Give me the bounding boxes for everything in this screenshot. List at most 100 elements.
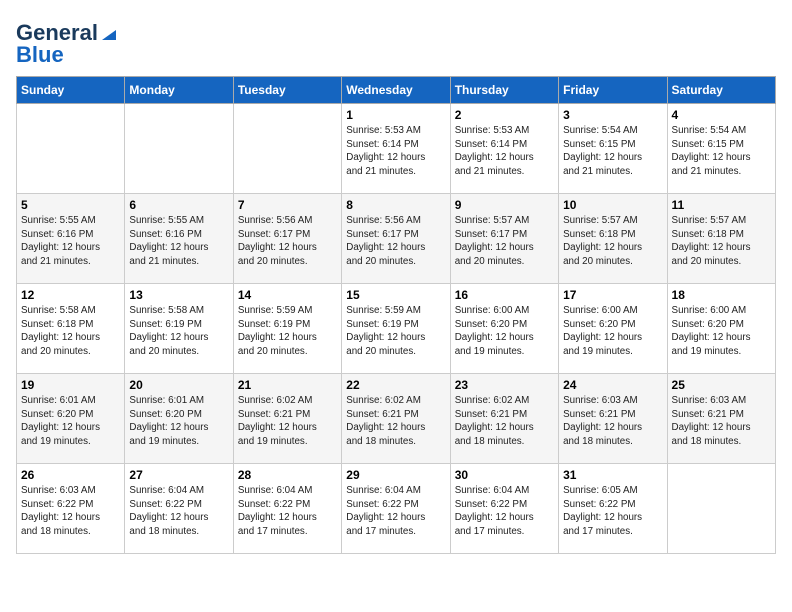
day-number: 5 bbox=[21, 198, 120, 212]
day-info: Sunrise: 6:02 AM Sunset: 6:21 PM Dayligh… bbox=[238, 394, 337, 449]
day-number: 17 bbox=[563, 288, 662, 302]
day-info: Sunrise: 5:53 AM Sunset: 6:14 PM Dayligh… bbox=[346, 124, 445, 179]
calendar-cell: 27 Sunrise: 6:04 AM Sunset: 6:22 PM Dayli… bbox=[125, 464, 233, 554]
day-info: Sunrise: 5:57 AM Sunset: 6:18 PM Dayligh… bbox=[563, 214, 662, 269]
header-monday: Monday bbox=[125, 77, 233, 104]
calendar-cell: 11 Sunrise: 5:57 AM Sunset: 6:18 PM Dayli… bbox=[667, 194, 775, 284]
day-info: Sunrise: 5:55 AM Sunset: 6:16 PM Dayligh… bbox=[129, 214, 228, 269]
day-number: 2 bbox=[455, 108, 554, 122]
calendar-cell: 20 Sunrise: 6:01 AM Sunset: 6:20 PM Dayli… bbox=[125, 374, 233, 464]
day-number: 13 bbox=[129, 288, 228, 302]
day-number: 18 bbox=[672, 288, 771, 302]
day-number: 1 bbox=[346, 108, 445, 122]
day-number: 19 bbox=[21, 378, 120, 392]
calendar-cell: 12 Sunrise: 5:58 AM Sunset: 6:18 PM Dayli… bbox=[17, 284, 125, 374]
day-number: 27 bbox=[129, 468, 228, 482]
day-info: Sunrise: 5:56 AM Sunset: 6:17 PM Dayligh… bbox=[346, 214, 445, 269]
day-number: 26 bbox=[21, 468, 120, 482]
day-info: Sunrise: 5:54 AM Sunset: 6:15 PM Dayligh… bbox=[672, 124, 771, 179]
day-number: 11 bbox=[672, 198, 771, 212]
calendar-cell bbox=[233, 104, 341, 194]
day-info: Sunrise: 6:03 AM Sunset: 6:21 PM Dayligh… bbox=[563, 394, 662, 449]
calendar-week-row: 1 Sunrise: 5:53 AM Sunset: 6:14 PM Daylig… bbox=[17, 104, 776, 194]
day-number: 31 bbox=[563, 468, 662, 482]
day-number: 28 bbox=[238, 468, 337, 482]
day-info: Sunrise: 5:57 AM Sunset: 6:17 PM Dayligh… bbox=[455, 214, 554, 269]
day-info: Sunrise: 6:01 AM Sunset: 6:20 PM Dayligh… bbox=[129, 394, 228, 449]
calendar-cell: 25Sunrise: 6:03 AM Sunset: 6:21 PM Dayli… bbox=[667, 374, 775, 464]
day-info: Sunrise: 6:00 AM Sunset: 6:20 PM Dayligh… bbox=[455, 304, 554, 359]
calendar-cell: 13 Sunrise: 5:58 AM Sunset: 6:19 PM Dayli… bbox=[125, 284, 233, 374]
day-info: Sunrise: 5:54 AM Sunset: 6:15 PM Dayligh… bbox=[563, 124, 662, 179]
calendar-cell: 30 Sunrise: 6:04 AM Sunset: 6:22 PM Dayli… bbox=[450, 464, 558, 554]
day-number: 14 bbox=[238, 288, 337, 302]
day-info: Sunrise: 6:01 AM Sunset: 6:20 PM Dayligh… bbox=[21, 394, 120, 449]
day-number: 20 bbox=[129, 378, 228, 392]
day-info: Sunrise: 6:04 AM Sunset: 6:22 PM Dayligh… bbox=[238, 484, 337, 539]
day-info: Sunrise: 6:05 AM Sunset: 6:22 PM Dayligh… bbox=[563, 484, 662, 539]
calendar-cell: 21Sunrise: 6:02 AM Sunset: 6:21 PM Dayli… bbox=[233, 374, 341, 464]
calendar-cell: 5 Sunrise: 5:55 AM Sunset: 6:16 PM Daylig… bbox=[17, 194, 125, 284]
day-info: Sunrise: 6:04 AM Sunset: 6:22 PM Dayligh… bbox=[346, 484, 445, 539]
calendar-cell: 19 Sunrise: 6:01 AM Sunset: 6:20 PM Dayli… bbox=[17, 374, 125, 464]
day-info: Sunrise: 5:58 AM Sunset: 6:19 PM Dayligh… bbox=[129, 304, 228, 359]
day-number: 6 bbox=[129, 198, 228, 212]
day-info: Sunrise: 5:53 AM Sunset: 6:14 PM Dayligh… bbox=[455, 124, 554, 179]
day-info: Sunrise: 5:56 AM Sunset: 6:17 PM Dayligh… bbox=[238, 214, 337, 269]
header-thursday: Thursday bbox=[450, 77, 558, 104]
calendar-cell: 9Sunrise: 5:57 AM Sunset: 6:17 PM Daylig… bbox=[450, 194, 558, 284]
calendar-cell: 15 Sunrise: 5:59 AM Sunset: 6:19 PM Dayli… bbox=[342, 284, 450, 374]
calendar-cell: 1 Sunrise: 5:53 AM Sunset: 6:14 PM Daylig… bbox=[342, 104, 450, 194]
calendar-cell: 4 Sunrise: 5:54 AM Sunset: 6:15 PM Daylig… bbox=[667, 104, 775, 194]
day-info: Sunrise: 6:02 AM Sunset: 6:21 PM Dayligh… bbox=[455, 394, 554, 449]
logo: General Blue bbox=[16, 20, 120, 68]
day-info: Sunrise: 6:04 AM Sunset: 6:22 PM Dayligh… bbox=[455, 484, 554, 539]
logo-arrow-icon bbox=[98, 22, 120, 44]
calendar-week-row: 26 Sunrise: 6:03 AM Sunset: 6:22 PM Dayli… bbox=[17, 464, 776, 554]
calendar-cell: 22Sunrise: 6:02 AM Sunset: 6:21 PM Dayli… bbox=[342, 374, 450, 464]
day-number: 7 bbox=[238, 198, 337, 212]
header-tuesday: Tuesday bbox=[233, 77, 341, 104]
calendar-cell: 6 Sunrise: 5:55 AM Sunset: 6:16 PM Daylig… bbox=[125, 194, 233, 284]
calendar-cell: 10Sunrise: 5:57 AM Sunset: 6:18 PM Dayli… bbox=[559, 194, 667, 284]
calendar-cell: 23 Sunrise: 6:02 AM Sunset: 6:21 PM Dayli… bbox=[450, 374, 558, 464]
day-number: 4 bbox=[672, 108, 771, 122]
day-number: 30 bbox=[455, 468, 554, 482]
day-info: Sunrise: 5:55 AM Sunset: 6:16 PM Dayligh… bbox=[21, 214, 120, 269]
calendar-cell: 29Sunrise: 6:04 AM Sunset: 6:22 PM Dayli… bbox=[342, 464, 450, 554]
header-saturday: Saturday bbox=[667, 77, 775, 104]
header-friday: Friday bbox=[559, 77, 667, 104]
day-info: Sunrise: 5:59 AM Sunset: 6:19 PM Dayligh… bbox=[346, 304, 445, 359]
calendar-cell bbox=[17, 104, 125, 194]
calendar-cell: 16 Sunrise: 6:00 AM Sunset: 6:20 PM Dayli… bbox=[450, 284, 558, 374]
calendar-cell: 26 Sunrise: 6:03 AM Sunset: 6:22 PM Dayli… bbox=[17, 464, 125, 554]
day-number: 12 bbox=[21, 288, 120, 302]
calendar-week-row: 12 Sunrise: 5:58 AM Sunset: 6:18 PM Dayli… bbox=[17, 284, 776, 374]
day-number: 24 bbox=[563, 378, 662, 392]
day-info: Sunrise: 6:03 AM Sunset: 6:22 PM Dayligh… bbox=[21, 484, 120, 539]
day-number: 15 bbox=[346, 288, 445, 302]
day-number: 23 bbox=[455, 378, 554, 392]
calendar-cell: 24 Sunrise: 6:03 AM Sunset: 6:21 PM Dayli… bbox=[559, 374, 667, 464]
logo-blue: Blue bbox=[16, 42, 64, 68]
day-info: Sunrise: 5:59 AM Sunset: 6:19 PM Dayligh… bbox=[238, 304, 337, 359]
day-number: 16 bbox=[455, 288, 554, 302]
calendar-week-row: 5 Sunrise: 5:55 AM Sunset: 6:16 PM Daylig… bbox=[17, 194, 776, 284]
calendar-cell: 8 Sunrise: 5:56 AM Sunset: 6:17 PM Daylig… bbox=[342, 194, 450, 284]
day-info: Sunrise: 6:04 AM Sunset: 6:22 PM Dayligh… bbox=[129, 484, 228, 539]
day-info: Sunrise: 5:58 AM Sunset: 6:18 PM Dayligh… bbox=[21, 304, 120, 359]
calendar-cell: 14 Sunrise: 5:59 AM Sunset: 6:19 PM Dayli… bbox=[233, 284, 341, 374]
calendar-header-row: SundayMondayTuesdayWednesdayThursdayFrid… bbox=[17, 77, 776, 104]
day-info: Sunrise: 6:00 AM Sunset: 6:20 PM Dayligh… bbox=[563, 304, 662, 359]
calendar-table: SundayMondayTuesdayWednesdayThursdayFrid… bbox=[16, 76, 776, 554]
calendar-week-row: 19 Sunrise: 6:01 AM Sunset: 6:20 PM Dayli… bbox=[17, 374, 776, 464]
calendar-cell: 28 Sunrise: 6:04 AM Sunset: 6:22 PM Dayli… bbox=[233, 464, 341, 554]
day-number: 25 bbox=[672, 378, 771, 392]
page-header: General Blue bbox=[16, 16, 776, 68]
calendar-cell bbox=[125, 104, 233, 194]
day-info: Sunrise: 5:57 AM Sunset: 6:18 PM Dayligh… bbox=[672, 214, 771, 269]
day-number: 3 bbox=[563, 108, 662, 122]
day-number: 8 bbox=[346, 198, 445, 212]
calendar-cell: 2 Sunrise: 5:53 AM Sunset: 6:14 PM Daylig… bbox=[450, 104, 558, 194]
header-sunday: Sunday bbox=[17, 77, 125, 104]
